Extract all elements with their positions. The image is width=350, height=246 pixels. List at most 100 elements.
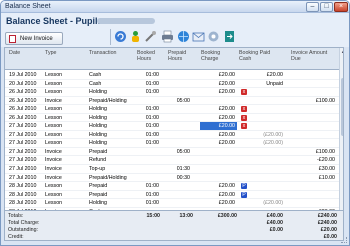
table-row[interactable]: 28 Jul 2010 Lesson Prepaid 01:00 £20.00 P: [5, 182, 339, 191]
vertical-scrollbar[interactable]: ▲ ▼: [339, 48, 343, 217]
balance-grid[interactable]: Date Type Transaction Booked Hours Prepa…: [4, 47, 344, 218]
cell-booked-hours: 01:00: [145, 123, 159, 130]
cell-booking-paid-cash: (£20.00): [263, 200, 283, 207]
cell-date: 26 Jul 2010: [9, 89, 37, 96]
minimize-icon[interactable]: –: [306, 2, 319, 12]
cell-date: 27 Jul 2010: [9, 166, 37, 173]
email-icon[interactable]: [192, 30, 205, 43]
toolbar-separator: [110, 29, 111, 45]
cell-type: Lesson: [45, 131, 63, 138]
cell-booked-hours: 01:00: [145, 131, 159, 138]
table-row[interactable]: 27 Jul 2010 Invoice Refund -£20.00: [5, 156, 339, 166]
page-title: Balance Sheet - Pupil:: [6, 16, 101, 26]
close-icon[interactable]: ×: [334, 2, 348, 12]
title-bar[interactable]: Balance Sheet – □ ×: [1, 1, 349, 13]
total-booking-charge: £300.00: [217, 213, 237, 219]
cell-transaction: Refund: [89, 157, 107, 164]
cell-booked-hours: 01:00: [145, 183, 159, 190]
new-invoice-button[interactable]: New Invoice: [5, 32, 63, 45]
resize-grip-icon[interactable]: [341, 237, 347, 243]
col-header-invoice-amount-due[interactable]: Invoice Amount Due: [291, 50, 331, 62]
table-row[interactable]: 26 Jul 2010 Invoice Prepaid/Holding 05:00 £1…: [5, 97, 339, 106]
cell-type: Lesson: [45, 140, 63, 147]
cell-invoice-amount-due: £30.00: [318, 166, 335, 173]
prepaid-p-icon[interactable]: P: [241, 183, 247, 190]
table-row[interactable]: 27 Jul 2010 Lesson Holding 01:00 £20.00 (£20.…: [5, 139, 339, 148]
column-headers: Date Type Transaction Booked Hours Prepa…: [5, 48, 339, 70]
total-prepaid-hours: 13:00: [179, 213, 193, 219]
settings-icon[interactable]: [207, 30, 220, 43]
prepaid-p-icon[interactable]: P: [241, 191, 247, 198]
print-icon[interactable]: [161, 30, 174, 43]
table-row[interactable]: 28 Jul 2010 Lesson Holding 01:00 £20.00 (£20.…: [5, 199, 339, 208]
credit-amount-due: £0.00: [323, 234, 337, 240]
scroll-up-icon[interactable]: ▲: [340, 48, 343, 55]
table-row[interactable]: 27 Jul 2010 Invoice Prepaid 05:00 £100.00: [5, 148, 339, 157]
table-row[interactable]: 27 Jul 2010 Invoice Prepaid/Holding 00:30 £1…: [5, 174, 339, 183]
cell-booking-paid-cash: (£20.00): [263, 131, 283, 138]
cell-prepaid-hours: 00:30: [176, 174, 190, 181]
table-row[interactable]: 19 Jul 2010 Lesson Cash 01:00 £20.00 £20.00: [5, 71, 339, 80]
total-paid-cash: £40.00: [266, 213, 283, 219]
table-row[interactable]: 26 Jul 2010 Lesson Holding 01:00 £20.00 x: [5, 105, 339, 114]
pupil-icon[interactable]: [129, 30, 142, 43]
col-header-booking-paid-cash[interactable]: Booking Paid Cash: [239, 50, 275, 62]
cell-transaction: Cash: [89, 80, 102, 87]
table-row[interactable]: 20 Jul 2010 Lesson Cash 01:00 £20.00 Unpaid: [5, 80, 339, 89]
cell-date: 26 Jul 2010: [9, 97, 37, 104]
scroll-thumb[interactable]: [341, 78, 343, 136]
cell-date: 27 Jul 2010: [9, 131, 37, 138]
web-icon[interactable]: [177, 30, 190, 43]
total-amount-due: £240.00: [317, 213, 337, 219]
cell-transaction: Prepaid/Holding: [89, 97, 127, 104]
cell-booking-charge: £20.00: [218, 72, 235, 78]
cell-type: Lesson: [45, 106, 63, 113]
unpaid-cross-icon[interactable]: x: [241, 89, 247, 96]
col-header-type[interactable]: Type: [45, 50, 56, 56]
total-charge-paid-cash: £40.00: [266, 220, 283, 226]
maximize-icon[interactable]: □: [320, 2, 333, 12]
cell-date: 26 Jul 2010: [9, 114, 37, 121]
cell-booked-hours: 01:00: [145, 114, 159, 121]
cell-date: 27 Jul 2010: [9, 174, 37, 181]
refresh-icon[interactable]: [114, 30, 127, 43]
table-row[interactable]: 26 Jul 2010 Lesson Holding 01:00 £20.00 x: [5, 114, 339, 123]
cell-booking-charge: £20.00: [218, 106, 235, 113]
export-icon[interactable]: [223, 30, 236, 43]
cell-transaction: Holding: [89, 106, 107, 113]
cell-transaction: Holding: [89, 200, 107, 207]
table-row[interactable]: 27 Jul 2010 Lesson Holding 01:00 £20.00 (£20.…: [5, 131, 339, 140]
cell-type: Lesson: [45, 72, 63, 78]
cell-date: 28 Jul 2010: [9, 183, 37, 190]
cell-booked-hours: 01:00: [145, 140, 159, 147]
cell-date: 19 Jul 2010: [9, 72, 37, 78]
cell-booking-paid-cash: Unpaid: [266, 80, 283, 87]
col-header-booking-charge[interactable]: Booking Charge: [201, 50, 229, 62]
cell-type: Invoice: [45, 97, 62, 104]
total-charge-amount-due: £240.00: [317, 220, 337, 226]
table-row[interactable]: 27 Jul 2010 Invoice Top-up 01:30 £30.00: [5, 165, 339, 174]
tools-icon[interactable]: [144, 30, 157, 43]
cell-booking-charge: £20.00: [218, 140, 235, 147]
table-row[interactable]: 27 Jul 2010 Lesson Holding 01:00 £20.00 x: [5, 122, 339, 131]
unpaid-cross-icon[interactable]: x: [241, 106, 247, 113]
cell-type: Lesson: [45, 183, 63, 190]
cell-booked-hours: 01:00: [145, 200, 159, 207]
header: Balance Sheet - Pupil: New Invoice: [1, 13, 349, 47]
cell-type: Lesson: [45, 191, 63, 198]
cell-booking-paid-cash: (£20.00): [263, 140, 283, 147]
cell-transaction: Holding: [89, 131, 107, 138]
cell-booking-charge: £20.00: [218, 200, 235, 207]
cell-type: Lesson: [45, 114, 63, 121]
cell-booking-charge: £20.00: [218, 131, 235, 138]
col-header-date[interactable]: Date: [9, 50, 20, 56]
table-row[interactable]: 28 Jul 2010 Lesson Prepaid 01:00 £20.00 P: [5, 191, 339, 200]
col-header-booked-hours[interactable]: Booked Hours: [137, 50, 161, 62]
col-header-prepaid-hours[interactable]: Prepaid Hours: [168, 50, 192, 62]
total-charge-label: Total Charge:: [8, 220, 40, 226]
cell-transaction: Prepaid/Holding: [89, 174, 127, 181]
unpaid-cross-icon[interactable]: x: [241, 114, 247, 121]
unpaid-cross-icon[interactable]: x: [241, 123, 247, 130]
table-row[interactable]: 26 Jul 2010 Lesson Holding 01:00 £20.00 x: [5, 88, 339, 97]
col-header-transaction[interactable]: Transaction: [89, 50, 116, 56]
